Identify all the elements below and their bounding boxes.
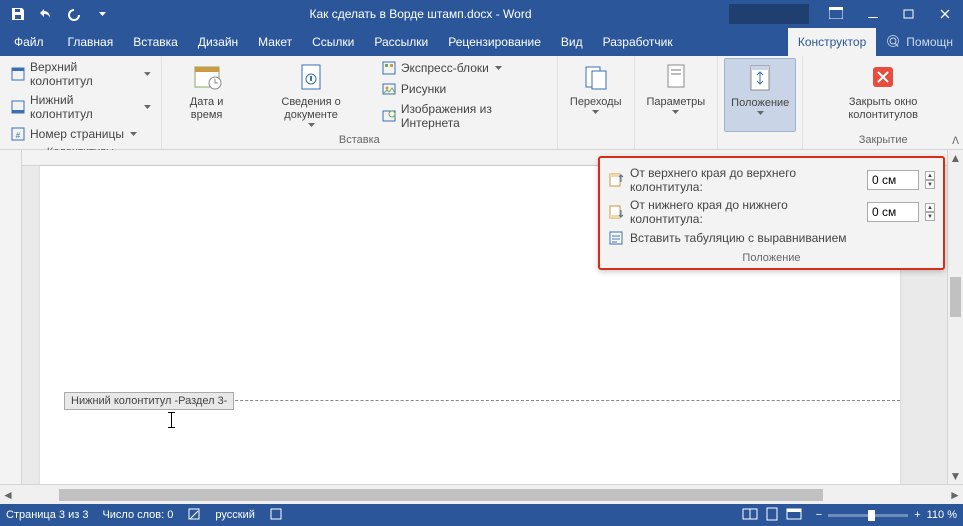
page-number-button[interactable]: #Номер страницы (6, 124, 155, 144)
tab-insert[interactable]: Вставка (123, 28, 188, 56)
print-layout-icon[interactable] (764, 507, 780, 524)
tab-review[interactable]: Рецензирование (438, 28, 551, 56)
ribbon-options-icon[interactable] (829, 7, 843, 22)
document-info-button[interactable]: Сведения о документе (249, 58, 373, 132)
tab-developer[interactable]: Разработчик (593, 28, 683, 56)
window-title: Как сделать в Ворде штамп.docx - Word (120, 7, 721, 21)
tab-home[interactable]: Главная (58, 28, 124, 56)
save-icon[interactable] (8, 4, 28, 24)
tab-header-footer-design[interactable]: Конструктор (788, 28, 876, 56)
header-from-top-input[interactable] (867, 170, 919, 190)
group-close: Закрыть окно колонтитулов Закрытие (803, 56, 963, 149)
tell-me-search[interactable]: Помощн (876, 28, 963, 56)
footer-from-bottom-row: От нижнего края до нижнего колонтитула: … (608, 196, 935, 228)
scroll-up-icon[interactable]: ▲ (948, 150, 963, 166)
footer-from-bottom-spinner: ▲▼ (925, 203, 935, 221)
tab-view[interactable]: Вид (551, 28, 593, 56)
close-header-footer-button[interactable]: Закрыть окно колонтитулов (809, 58, 957, 132)
spin-down-icon[interactable]: ▼ (925, 212, 935, 221)
pictures-button[interactable]: Рисунки (377, 79, 551, 99)
quick-access-toolbar (0, 4, 120, 24)
spin-down-icon[interactable]: ▼ (925, 180, 935, 189)
footer-bottom-icon (608, 204, 624, 220)
close-button[interactable] (927, 0, 963, 28)
zoom-slider[interactable] (828, 514, 908, 517)
ribbon-display-options (817, 7, 855, 22)
macro-record-icon[interactable] (269, 507, 283, 524)
account-area[interactable] (729, 4, 809, 24)
group-header-footer: Верхний колонтитул Нижний колонтитул #Но… (0, 56, 162, 149)
header-from-top-label: От верхнего края до верхнего колонтитула… (630, 166, 861, 194)
zoom-control: − + 110 % (816, 509, 957, 521)
group-label-close: Закрытие (809, 132, 957, 149)
tab-file[interactable]: Файл (0, 28, 58, 56)
date-time-button[interactable]: Дата и время (168, 58, 246, 132)
options-button[interactable]: Параметры (641, 58, 712, 132)
minimize-button[interactable] (855, 0, 891, 28)
tab-design[interactable]: Дизайн (188, 28, 248, 56)
status-bar: Страница 3 из 3 Число слов: 0 русский − … (0, 504, 963, 526)
insert-alignment-tab-button[interactable]: Вставить табуляцию с выравниванием (608, 228, 935, 248)
view-buttons (742, 507, 802, 524)
footer-button[interactable]: Нижний колонтитул (6, 91, 155, 123)
scroll-right-icon[interactable]: ► (947, 488, 963, 502)
scroll-thumb-h[interactable] (59, 489, 823, 501)
footer-from-bottom-input[interactable] (867, 202, 919, 222)
ribbon-tabs: Файл Главная Вставка Дизайн Макет Ссылки… (0, 28, 963, 56)
spin-up-icon[interactable]: ▲ (925, 203, 935, 212)
page-count[interactable]: Страница 3 из 3 (6, 509, 88, 521)
zoom-in-icon[interactable]: + (914, 509, 920, 521)
ribbon: Верхний колонтитул Нижний колонтитул #Но… (0, 56, 963, 150)
alignment-tab-icon (608, 230, 624, 246)
footer-from-bottom-label: От нижнего края до нижнего колонтитула: (630, 198, 861, 226)
spin-up-icon[interactable]: ▲ (925, 171, 935, 180)
position-popup: От верхнего края до верхнего колонтитула… (598, 156, 945, 270)
read-mode-icon[interactable] (742, 507, 758, 524)
header-button[interactable]: Верхний колонтитул (6, 58, 155, 90)
svg-text:#: # (16, 131, 21, 140)
restore-button[interactable] (891, 0, 927, 28)
popup-group-label: Положение (608, 252, 935, 264)
qat-dropdown-icon[interactable] (92, 4, 112, 24)
scroll-left-icon[interactable]: ◄ (0, 488, 16, 502)
group-position: Положение (718, 56, 803, 149)
vertical-ruler[interactable] (0, 150, 22, 484)
undo-icon[interactable] (36, 4, 56, 24)
horizontal-scrollbar[interactable]: ◄ ► (0, 484, 963, 504)
zoom-level[interactable]: 110 % (927, 509, 957, 521)
tab-mailings[interactable]: Рассылки (364, 28, 438, 56)
header-from-top-row: От верхнего края до верхнего колонтитула… (608, 164, 935, 196)
redo-icon[interactable] (64, 4, 84, 24)
header-top-icon (608, 172, 624, 188)
text-cursor (171, 412, 172, 428)
group-label-insert: Вставка (168, 132, 551, 149)
group-options: Параметры (635, 56, 719, 149)
title-bar: Как сделать в Ворде штамп.docx - Word (0, 0, 963, 28)
vertical-scrollbar[interactable]: ▲ ▼ (947, 150, 963, 484)
tab-layout[interactable]: Макет (248, 28, 302, 56)
footer-boundary (170, 400, 900, 401)
scroll-down-icon[interactable]: ▼ (948, 468, 963, 484)
footer-section-tag: Нижний колонтитул -Раздел 3- (64, 392, 234, 410)
quick-parts-button[interactable]: Экспресс-блоки (377, 58, 551, 78)
zoom-out-icon[interactable]: − (816, 509, 822, 521)
tab-references[interactable]: Ссылки (302, 28, 364, 56)
header-from-top-spinner: ▲▼ (925, 171, 935, 189)
word-count[interactable]: Число слов: 0 (102, 509, 173, 521)
spell-check-icon[interactable] (187, 507, 201, 524)
online-pictures-button[interactable]: Изображения из Интернета (377, 100, 551, 132)
scroll-thumb-v[interactable] (950, 277, 961, 317)
web-layout-icon[interactable] (786, 507, 802, 524)
collapse-ribbon-icon[interactable]: ᐱ (952, 136, 959, 147)
group-navigation: Переходы (558, 56, 635, 149)
group-insert: Дата и время Сведения о документе Экспре… (162, 56, 558, 149)
tell-me-label: Помощн (906, 35, 953, 49)
navigation-button[interactable]: Переходы (564, 58, 628, 132)
position-button[interactable]: Положение (724, 58, 796, 132)
language-status[interactable]: русский (215, 509, 254, 521)
